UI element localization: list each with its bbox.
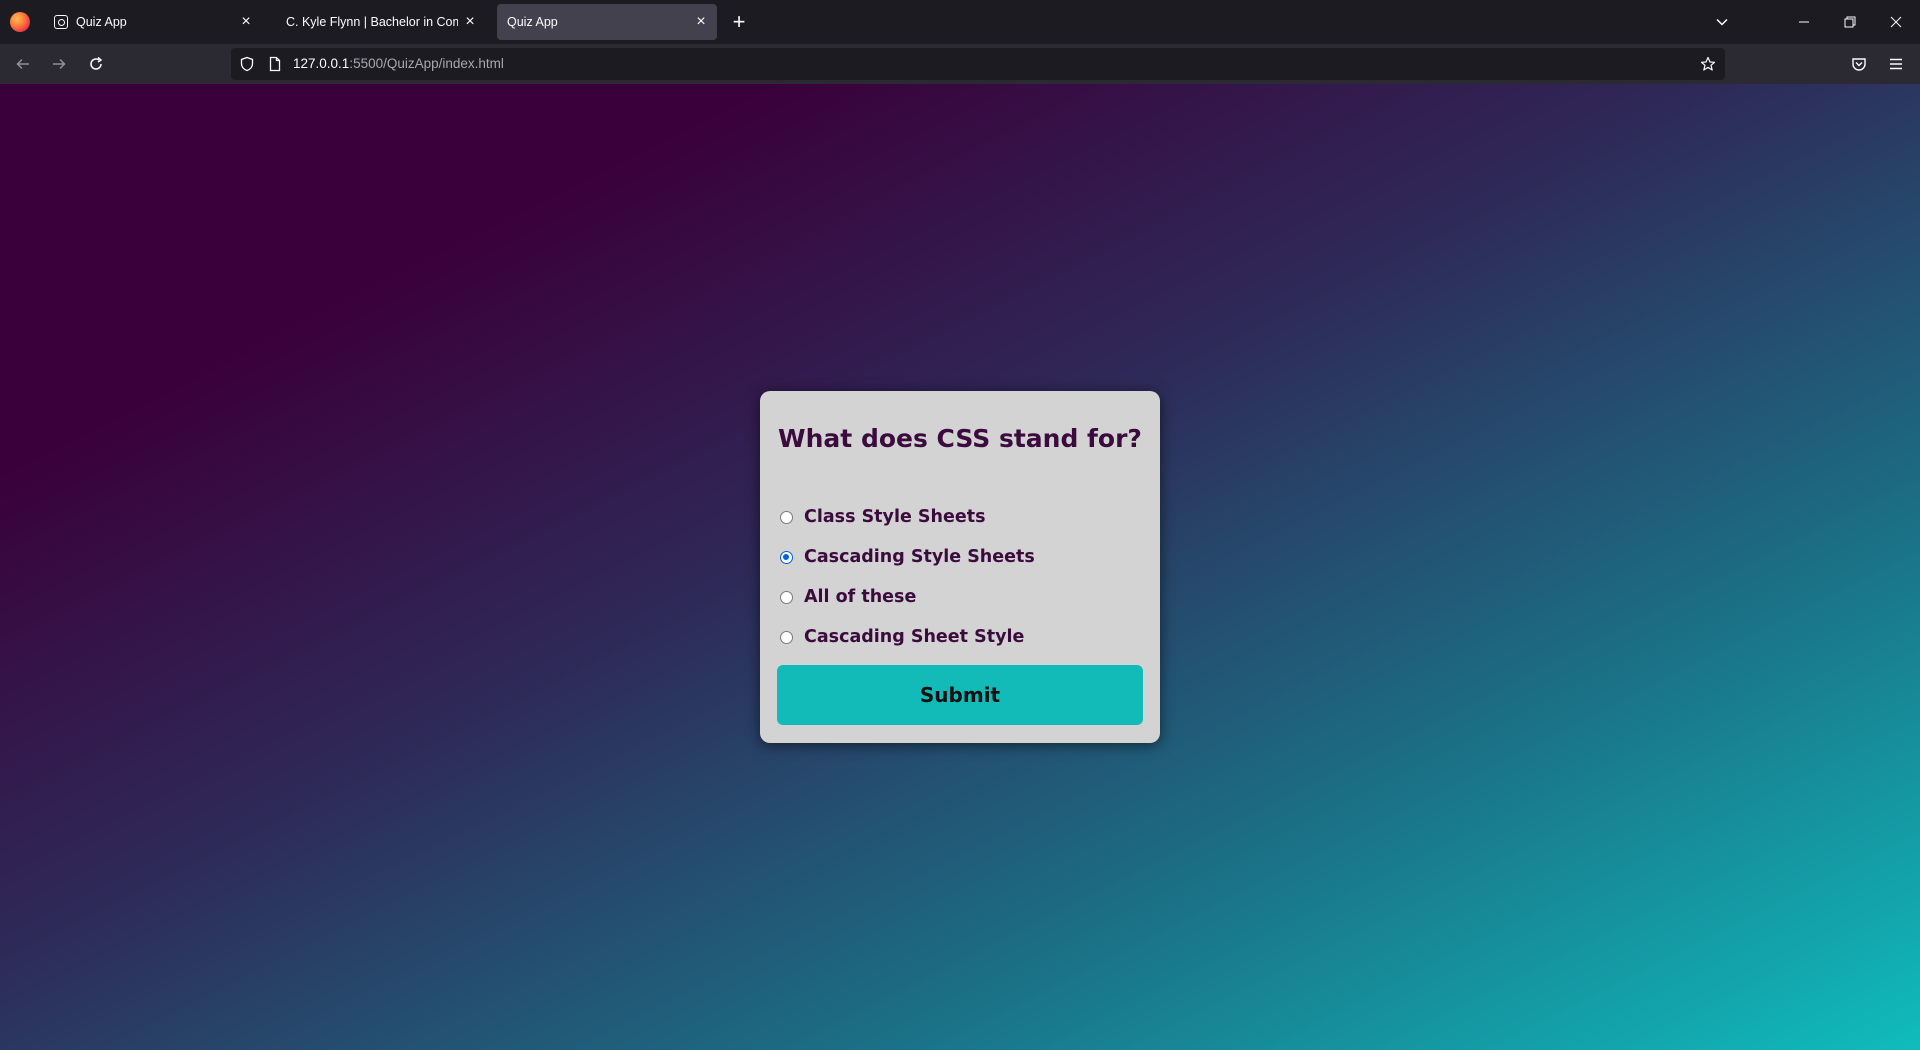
pocket-icon[interactable] — [1845, 50, 1873, 78]
answer-label[interactable]: Class Style Sheets — [804, 507, 986, 527]
url-bar[interactable]: 127.0.0.1:5500/QuizApp/index.html — [231, 48, 1725, 80]
radio-button-selected[interactable] — [780, 550, 793, 564]
navigation-toolbar: 127.0.0.1:5500/QuizApp/index.html — [0, 44, 1920, 84]
hamburger-menu-icon[interactable] — [1882, 50, 1910, 78]
answer-option[interactable]: Cascading Sheet Style — [780, 617, 1140, 657]
quiz-favicon-icon — [54, 15, 68, 29]
page-info-icon[interactable] — [267, 56, 283, 72]
window-close-icon[interactable] — [1873, 0, 1919, 44]
answer-label[interactable]: Cascading Sheet Style — [804, 627, 1024, 647]
back-icon[interactable] — [9, 50, 37, 78]
bookmark-star-icon[interactable] — [1700, 56, 1716, 72]
answer-option[interactable]: All of these — [780, 577, 1140, 617]
radio-button[interactable] — [780, 630, 793, 644]
tab-kyle-flynn[interactable]: C. Kyle Flynn | Bachelor in Computer × — [270, 4, 486, 40]
firefox-logo-icon[interactable] — [10, 12, 30, 32]
tab-close-icon[interactable]: × — [234, 10, 258, 34]
minimize-icon[interactable] — [1781, 0, 1827, 44]
forward-icon[interactable] — [45, 50, 73, 78]
answer-label[interactable]: All of these — [804, 587, 916, 607]
tab-close-icon[interactable]: × — [689, 10, 713, 34]
tracking-shield-icon[interactable] — [239, 56, 255, 72]
new-tab-button[interactable]: + — [726, 8, 752, 36]
radio-button[interactable] — [780, 590, 793, 604]
tab-bar: Quiz App × C. Kyle Flynn | Bachelor in C… — [0, 0, 1920, 44]
answer-label[interactable]: Cascading Style Sheets — [804, 547, 1035, 567]
page-background: What does CSS stand for? Class Style She… — [0, 84, 1920, 1050]
tab-title: Quiz App — [507, 15, 558, 29]
tab-title: Quiz App — [76, 15, 127, 29]
tab-title: C. Kyle Flynn | Bachelor in Computer — [286, 15, 458, 29]
list-all-tabs-chevron-icon[interactable] — [1708, 8, 1736, 36]
restore-icon[interactable] — [1827, 0, 1873, 44]
question-title: What does CSS stand for? — [778, 424, 1142, 453]
answer-list: Class Style Sheets Cascading Style Sheet… — [780, 497, 1140, 657]
answer-option[interactable]: Cascading Style Sheets — [780, 537, 1140, 577]
radio-button[interactable] — [780, 510, 793, 524]
answer-option[interactable]: Class Style Sheets — [780, 497, 1140, 537]
tab-quiz-app-1[interactable]: Quiz App × — [46, 4, 262, 40]
tab-quiz-app-active[interactable]: Quiz App × — [497, 4, 717, 40]
quiz-card: What does CSS stand for? Class Style She… — [760, 391, 1160, 743]
url-path: :5500/QuizApp/index.html — [349, 56, 504, 71]
tab-close-icon[interactable]: × — [458, 10, 482, 34]
url-text[interactable]: 127.0.0.1:5500/QuizApp/index.html — [293, 48, 504, 80]
url-host: 127.0.0.1 — [293, 56, 350, 71]
submit-button[interactable]: Submit — [777, 665, 1143, 725]
reload-icon[interactable] — [82, 50, 110, 78]
